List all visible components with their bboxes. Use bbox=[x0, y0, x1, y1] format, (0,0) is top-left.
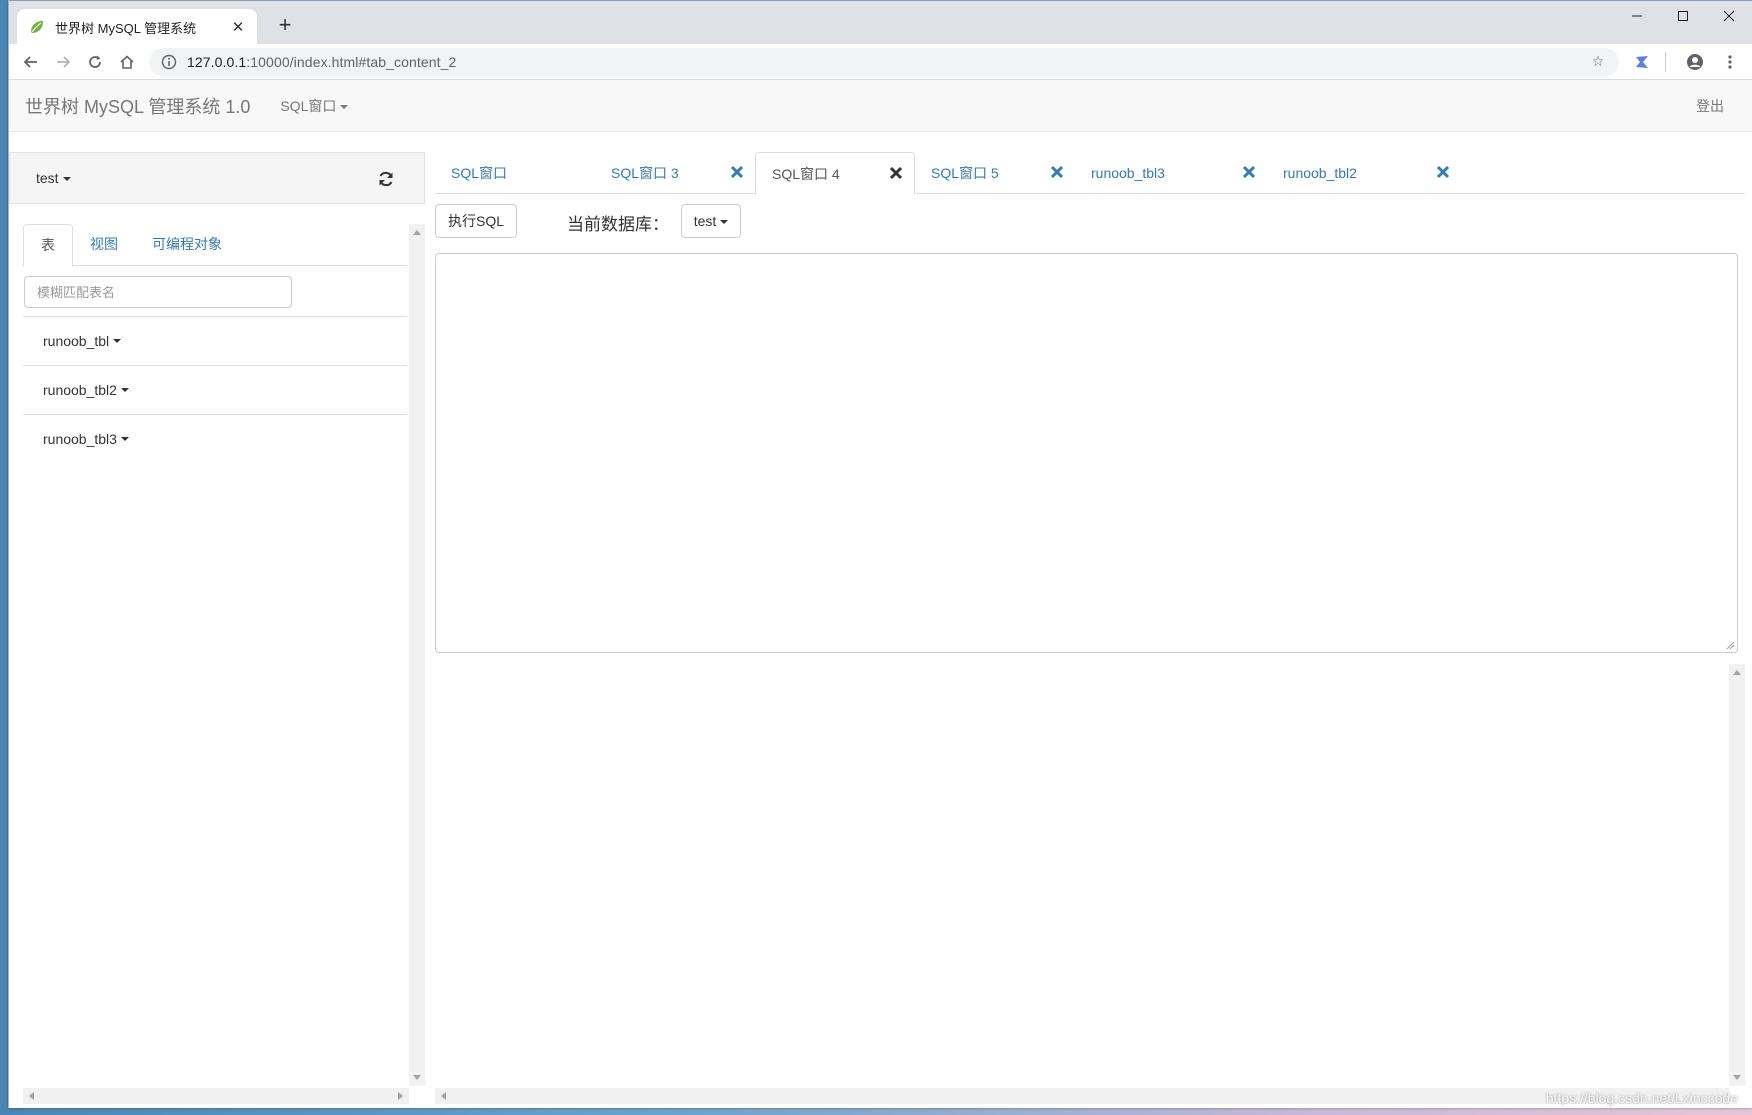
tab-views[interactable]: 视图 bbox=[73, 224, 135, 265]
toolbar-divider bbox=[1665, 51, 1666, 72]
result-vertical-scrollbar[interactable] bbox=[1729, 664, 1745, 1086]
tab-runoob-tbl3[interactable]: runoob_tbl3 bbox=[1075, 152, 1267, 194]
browser-window: 世界树 MySQL 管理系统 ✕ + 127.0.0.1:10000/index… bbox=[8, 0, 1752, 1108]
table-item-label: runoob_tbl3 bbox=[43, 431, 117, 447]
caret-down-icon bbox=[113, 339, 122, 343]
tab-label: SQL窗口 bbox=[451, 165, 508, 181]
url-path: :10000/index.html#tab_content_2 bbox=[246, 53, 457, 70]
watermark: https://blog.csdn.net/Lxinccode bbox=[1545, 1090, 1738, 1106]
close-tab-icon[interactable] bbox=[1435, 164, 1451, 180]
close-window-icon[interactable] bbox=[1706, 1, 1752, 31]
main-content: SQL窗口 SQL窗口 3 SQL窗口 4 SQL窗口 5 runoob_tbl… bbox=[435, 152, 1745, 1108]
browser-toolbar: 127.0.0.1:10000/index.html#tab_content_2… bbox=[9, 44, 1752, 80]
current-database-dropdown[interactable]: test bbox=[681, 204, 741, 238]
tab-sql-window[interactable]: SQL窗口 bbox=[435, 152, 595, 194]
sql-window-tabs: SQL窗口 SQL窗口 3 SQL窗口 4 SQL窗口 5 runoob_tbl… bbox=[435, 152, 1745, 195]
tab-programmable-objects[interactable]: 可编程对象 bbox=[135, 224, 239, 265]
caret-down-icon bbox=[120, 388, 129, 392]
database-name: test bbox=[36, 170, 59, 186]
close-tab-icon[interactable] bbox=[729, 164, 745, 180]
scroll-up-arrow-icon[interactable] bbox=[1733, 670, 1741, 675]
close-tab-icon[interactable] bbox=[1241, 164, 1257, 180]
tab-sql-window-4[interactable]: SQL窗口 4 bbox=[755, 152, 915, 195]
tab-sql-window-3[interactable]: SQL窗口 3 bbox=[595, 152, 755, 194]
table-item-runoob-tbl3[interactable]: runoob_tbl3 bbox=[23, 414, 407, 463]
browser-tab-title: 世界树 MySQL 管理系统 bbox=[55, 20, 197, 36]
sql-window-menu-label: SQL窗口 bbox=[280, 97, 337, 114]
url-host: 127.0.0.1 bbox=[187, 53, 247, 70]
table-filter-input[interactable] bbox=[24, 276, 292, 308]
caret-down-icon bbox=[62, 177, 71, 182]
caret-down-icon bbox=[720, 220, 729, 225]
title-bar: 世界树 MySQL 管理系统 ✕ + bbox=[9, 0, 1752, 45]
sidebar-header: test bbox=[9, 152, 425, 204]
table-item-runoob-tbl2[interactable]: runoob_tbl2 bbox=[23, 365, 407, 414]
caret-down-icon bbox=[340, 104, 349, 109]
back-icon[interactable] bbox=[15, 46, 47, 78]
spring-leaf-icon bbox=[31, 21, 43, 33]
close-tab-icon[interactable] bbox=[1049, 164, 1065, 180]
table-item-runoob-tbl[interactable]: runoob_tbl bbox=[23, 316, 407, 365]
sql-editor[interactable] bbox=[435, 253, 1738, 653]
more-menu-icon[interactable] bbox=[1718, 46, 1742, 78]
result-panel bbox=[435, 664, 1745, 1106]
window-controls bbox=[1614, 1, 1752, 31]
execute-sql-button[interactable]: 执行SQL bbox=[435, 204, 517, 238]
maximize-icon[interactable] bbox=[1660, 1, 1706, 31]
sql-window-menu[interactable]: SQL窗口 bbox=[280, 96, 349, 116]
info-icon[interactable] bbox=[159, 54, 179, 70]
tab-label: SQL窗口 3 bbox=[611, 165, 679, 181]
scroll-left-arrow-icon[interactable] bbox=[441, 1092, 446, 1100]
reload-icon[interactable] bbox=[79, 46, 111, 78]
sidebar: test 表 视图 可编程对象 runoob_tbl runoob_tbl2 r… bbox=[9, 152, 425, 1108]
resize-grip-icon[interactable] bbox=[1725, 640, 1735, 650]
sidebar-horizontal-scrollbar[interactable] bbox=[23, 1088, 409, 1104]
home-icon[interactable] bbox=[111, 46, 143, 78]
logout-link[interactable]: 登出 bbox=[1696, 96, 1724, 116]
object-type-tabs: 表 视图 可编程对象 bbox=[23, 224, 407, 267]
result-horizontal-scrollbar[interactable] bbox=[435, 1088, 1729, 1104]
forward-icon[interactable] bbox=[47, 46, 79, 78]
close-tab-icon[interactable]: ✕ bbox=[229, 18, 247, 36]
scroll-left-arrow-icon[interactable] bbox=[29, 1092, 34, 1100]
scroll-down-arrow-icon[interactable] bbox=[413, 1075, 421, 1080]
profile-icon[interactable] bbox=[1678, 46, 1712, 78]
tab-runoob-tbl2[interactable]: runoob_tbl2 bbox=[1267, 152, 1461, 194]
scroll-down-arrow-icon[interactable] bbox=[1733, 1075, 1741, 1080]
scroll-up-arrow-icon[interactable] bbox=[413, 230, 421, 235]
current-database-value: test bbox=[693, 213, 717, 229]
address-bar[interactable]: 127.0.0.1:10000/index.html#tab_content_2… bbox=[149, 47, 1619, 76]
tab-tables[interactable]: 表 bbox=[23, 224, 73, 267]
browser-tab[interactable]: 世界树 MySQL 管理系统 ✕ bbox=[17, 9, 257, 45]
tab-label: runoob_tbl3 bbox=[1091, 165, 1165, 181]
tab-sql-window-5[interactable]: SQL窗口 5 bbox=[915, 152, 1075, 194]
table-list: runoob_tbl runoob_tbl2 runoob_tbl3 bbox=[23, 316, 407, 463]
refresh-icon[interactable] bbox=[376, 169, 396, 189]
tab-label: SQL窗口 5 bbox=[931, 165, 999, 181]
current-database-label: 当前数据库： bbox=[567, 215, 669, 234]
table-item-label: runoob_tbl2 bbox=[43, 382, 117, 398]
desktop-background bbox=[8, 1108, 1752, 1115]
table-item-label: runoob_tbl bbox=[43, 333, 110, 349]
minimize-icon[interactable] bbox=[1614, 1, 1660, 31]
caret-down-icon bbox=[120, 437, 129, 441]
tab-label: runoob_tbl2 bbox=[1283, 165, 1357, 181]
bookmark-star-icon[interactable]: ☆ bbox=[1587, 53, 1609, 70]
app-navbar: 世界树 MySQL 管理系统 1.0 SQL窗口 登出 bbox=[9, 80, 1752, 132]
url-text: 127.0.0.1:10000/index.html#tab_content_2 bbox=[187, 54, 1587, 70]
tab-label: SQL窗口 4 bbox=[772, 165, 840, 182]
scroll-right-arrow-icon[interactable] bbox=[398, 1092, 403, 1100]
extension-icon[interactable] bbox=[1625, 46, 1659, 78]
close-tab-icon[interactable] bbox=[888, 165, 904, 181]
app-brand[interactable]: 世界树 MySQL 管理系统 1.0 bbox=[25, 93, 250, 119]
new-tab-icon[interactable]: + bbox=[271, 11, 299, 39]
database-selector[interactable]: test bbox=[36, 170, 71, 186]
sidebar-vertical-scrollbar[interactable] bbox=[409, 224, 425, 1086]
